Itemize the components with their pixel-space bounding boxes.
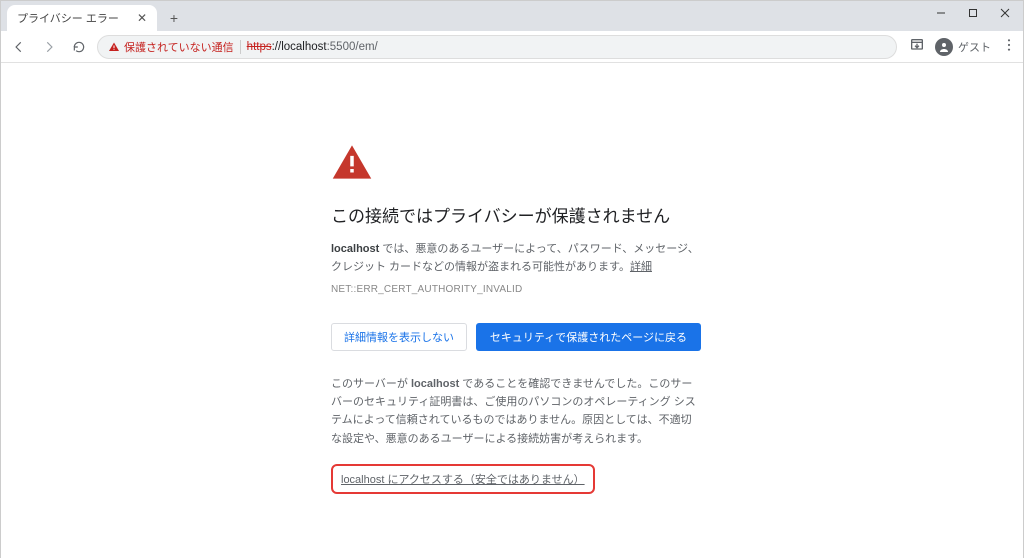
window-controls [927,3,1019,23]
forward-button[interactable] [37,35,61,59]
url-path: :5500/em/ [327,41,378,53]
url-scheme: https [247,41,272,53]
guest-label: ゲスト [958,39,991,55]
learn-more-link[interactable]: 詳細 [630,261,652,273]
browser-toolbar: 保護されていない通信 https://localhost:5500/em/ ゲス… [1,31,1023,63]
url-display: https://localhost:5500/em/ [247,41,378,53]
new-tab-button[interactable]: + [163,7,185,29]
tab-close-icon[interactable]: ✕ [137,11,147,25]
tab-title: プライバシー エラー [17,10,131,26]
url-host: ://localhost [272,41,327,53]
kebab-menu-icon[interactable] [1001,37,1017,56]
proceed-unsafe-link[interactable]: localhost にアクセスする（安全ではありません） [341,474,585,486]
page-content: この接続ではプライバシーが保護されません localhost では、悪意のあるユ… [1,63,1023,559]
install-icon[interactable] [909,37,925,56]
separator [240,40,241,54]
back-to-safety-button[interactable]: セキュリティで保護されたページに戻る [476,323,701,351]
security-warning-icon: 保護されていない通信 [108,39,234,55]
reload-button[interactable] [67,35,91,59]
ssl-error-interstitial: この接続ではプライバシーが保護されません localhost では、悪意のあるユ… [331,143,701,494]
warning-triangle-icon [331,143,701,186]
error-code: NET::ERR_CERT_AUTHORITY_INVALID [331,284,701,295]
cert-explanation: このサーバーが localhost であることを確認できませんでした。このサーバ… [331,375,701,448]
close-window-button[interactable] [991,3,1019,23]
error-body: localhost では、悪意のあるユーザーによって、パスワード、メッセージ、ク… [331,241,701,276]
security-warning-label: 保護されていない通信 [124,39,234,55]
avatar-icon [935,38,953,56]
maximize-button[interactable] [959,3,987,23]
proceed-highlight-box: localhost にアクセスする（安全ではありません） [331,464,595,494]
hide-details-button[interactable]: 詳細情報を表示しない [331,323,467,351]
titlebar: プライバシー エラー ✕ + [1,1,1023,31]
explain-host: localhost [411,378,459,390]
error-host: localhost [331,243,379,255]
profile-guest[interactable]: ゲスト [935,38,991,56]
address-bar[interactable]: 保護されていない通信 https://localhost:5500/em/ [97,35,897,59]
browser-tab[interactable]: プライバシー エラー ✕ [7,5,157,31]
back-button[interactable] [7,35,31,59]
error-headline: この接続ではプライバシーが保護されません [331,202,701,227]
minimize-button[interactable] [927,3,955,23]
button-row: 詳細情報を表示しない セキュリティで保護されたページに戻る [331,323,701,351]
toolbar-right: ゲスト [909,37,1017,56]
